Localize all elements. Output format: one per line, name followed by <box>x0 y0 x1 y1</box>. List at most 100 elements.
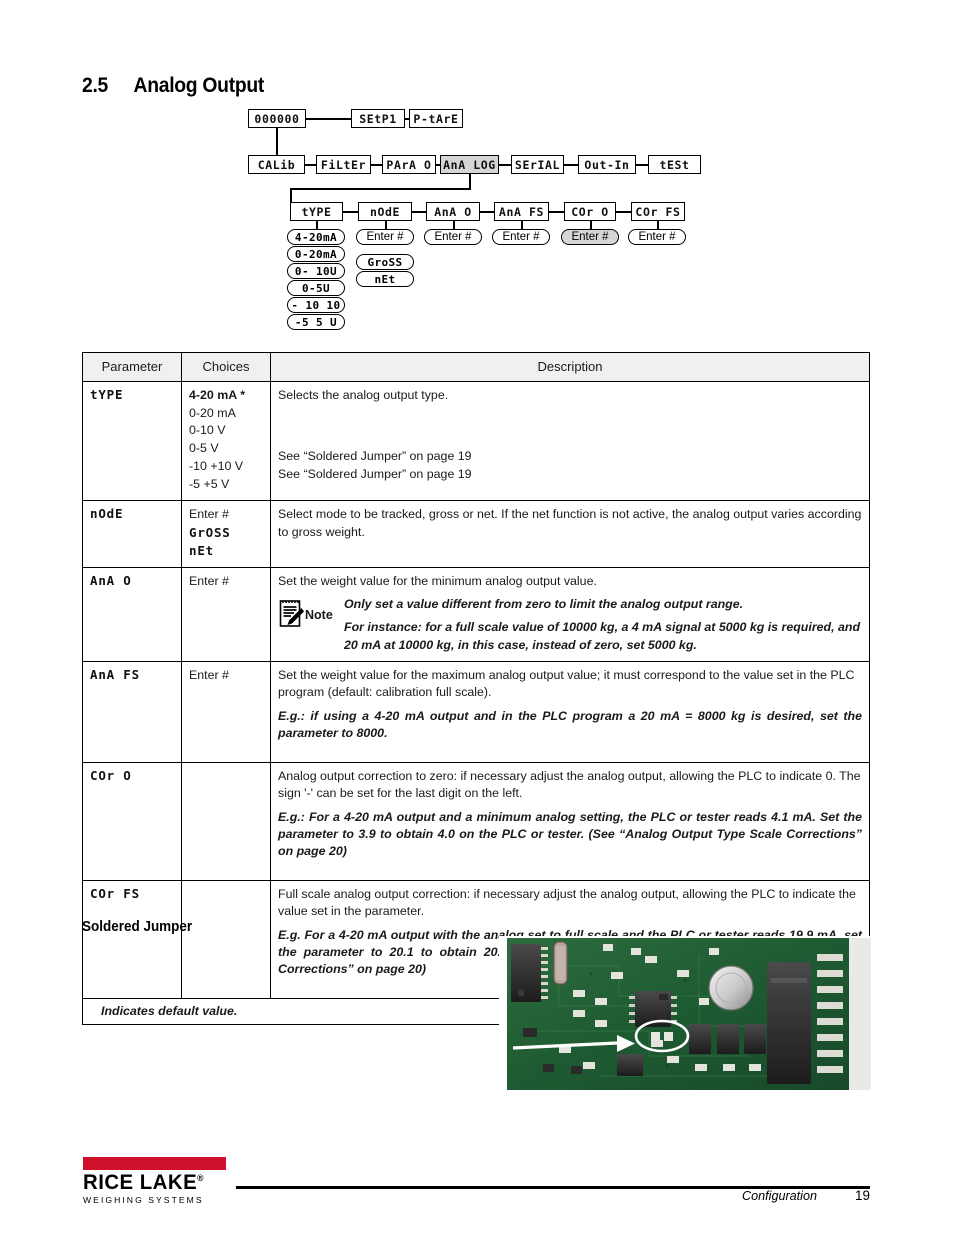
flow-pill-enter-cor-fs[interactable]: Enter # <box>628 229 686 245</box>
connector <box>305 164 316 166</box>
parameter-code: AnA O <box>90 572 132 588</box>
connector <box>636 164 648 166</box>
flow-pill-type-option-2[interactable]: 0- 10U <box>287 263 345 279</box>
parameter-code: AnA FS <box>90 667 140 683</box>
cross-reference: See “Soldered Jumper” on page 19 <box>278 449 472 464</box>
table-row: AnA O Enter # Set the weight value for t… <box>82 566 870 663</box>
choice-item: Enter # <box>189 573 229 588</box>
logo-brand-text: RICE LAKE <box>83 1171 198 1194</box>
flow-box-calib[interactable]: CALib <box>248 155 305 174</box>
connector <box>316 221 318 229</box>
flow-box-setp1[interactable]: SEtP1 <box>351 109 405 128</box>
cell-choices <box>181 879 271 999</box>
choice-item: 4-20 mA * <box>189 388 246 402</box>
brand-logo: RICE LAKE® WEIGHING SYSTEMS <box>83 1157 226 1205</box>
cell-parameter: tYPE <box>82 380 182 502</box>
flow-box-out-in[interactable]: Out-In <box>578 155 636 174</box>
footer-section-name: Configuration <box>742 1189 817 1203</box>
flow-pill-enter-mode[interactable]: Enter # <box>356 229 414 245</box>
flow-pill-mode-option-net[interactable]: nEt <box>356 271 414 287</box>
connector <box>657 221 659 229</box>
table-header-row: Parameter Choices Description <box>82 352 870 382</box>
connector <box>499 164 511 166</box>
flow-box-filter[interactable]: FiLtEr <box>316 155 371 174</box>
example-text: E.g.: For a 4-20 mA output and a minimum… <box>278 810 862 859</box>
cell-description: Selects the analog output type. See “Sol… <box>270 380 870 502</box>
flow-pill-enter-ana-fs[interactable]: Enter # <box>492 229 550 245</box>
connector <box>385 221 387 229</box>
cell-description: Analog output correction to zero: if nec… <box>270 761 870 881</box>
note-text: Only set a value different from zero to … <box>344 596 862 654</box>
cell-description: Select mode to be tracked, gross or net.… <box>270 500 870 568</box>
note-line-1: Only set a value different from zero to … <box>344 597 744 611</box>
connector <box>412 211 426 213</box>
cell-parameter: AnA O <box>82 566 182 663</box>
flow-box-test[interactable]: tESt <box>648 155 701 174</box>
connector <box>590 221 592 229</box>
flow-box-p-tare[interactable]: P-tArE <box>409 109 463 128</box>
cell-parameter: nOdE <box>82 500 182 568</box>
table-row: AnA FS Enter # Set the weight value for … <box>82 661 870 763</box>
cross-reference: See “Soldered Jumper” on page 19 <box>278 467 472 482</box>
cell-choices: Enter # GrOSS nEt <box>181 500 271 568</box>
note-line-2: For instance: for a full scale value of … <box>344 620 861 652</box>
choice-item: 0-20 mA <box>189 405 236 420</box>
flow-pill-type-option-1[interactable]: 0-20mA <box>287 246 345 262</box>
flow-box-000000[interactable]: 000000 <box>248 109 306 128</box>
choice-item: 0-5 V <box>189 441 219 456</box>
column-header-choices: Choices <box>181 352 271 382</box>
pcb-photo <box>499 936 871 1102</box>
flow-box-mode[interactable]: nOdE <box>358 202 412 221</box>
cell-description: Set the weight value for the minimum ana… <box>270 566 870 663</box>
flow-box-ana-fs[interactable]: AnA FS <box>494 202 549 221</box>
parameter-code: nOdE <box>90 506 124 522</box>
connector <box>453 221 455 229</box>
choice-item: -5 +5 V <box>189 476 230 491</box>
connector <box>343 211 358 213</box>
description-text: Selects the analog output type. <box>278 388 449 402</box>
flow-pill-enter-cor-o[interactable]: Enter # <box>561 229 619 245</box>
section-title: Analog Output <box>133 74 265 97</box>
description-text: Set the weight value for the maximum ana… <box>278 668 855 700</box>
flow-box-cor-o[interactable]: COr O <box>564 202 616 221</box>
flow-pill-type-option-0[interactable]: 4-20mA <box>287 229 345 245</box>
cell-parameter: AnA FS <box>82 661 182 763</box>
flow-pill-mode-option-gross[interactable]: GroSS <box>356 254 414 270</box>
cell-parameter: COr O <box>82 761 182 881</box>
cell-description: Set the weight value for the maximum ana… <box>270 661 870 763</box>
cell-choices: Enter # <box>181 661 271 763</box>
page-number: 19 <box>854 1188 870 1203</box>
connector <box>469 174 471 189</box>
flow-pill-enter-ana-o[interactable]: Enter # <box>424 229 482 245</box>
column-header-description: Description <box>270 352 870 382</box>
note-label: Note <box>305 607 333 622</box>
parameter-code: COr FS <box>90 885 140 901</box>
cell-choices <box>181 761 271 881</box>
flow-box-type[interactable]: tYPE <box>290 202 343 221</box>
flow-pill-type-option-4[interactable]: - 10 10 <box>287 297 345 313</box>
description-text: Select mode to be tracked, gross or net.… <box>278 507 862 539</box>
connector <box>616 211 631 213</box>
cell-choices: 4-20 mA * 0-20 mA 0-10 V 0-5 V -10 +10 V… <box>181 380 271 502</box>
note-badge: Note <box>278 596 344 632</box>
example-text: E.g.: if using a 4-20 mA output and in t… <box>278 709 862 741</box>
flow-pill-type-option-3[interactable]: 0-5U <box>287 280 345 296</box>
choice-item: 0-10 V <box>189 423 226 438</box>
choice-item: Enter # <box>189 507 229 522</box>
connector <box>405 118 409 120</box>
section-number: 2.5 <box>82 74 109 97</box>
cell-parameter: COr FS <box>82 879 182 999</box>
connector <box>480 211 494 213</box>
page-title: 2.5 Analog Output <box>82 74 264 98</box>
flow-box-para-o[interactable]: PArA O <box>382 155 436 174</box>
connector <box>564 164 578 166</box>
flow-box-cor-fs[interactable]: COr FS <box>631 202 685 221</box>
connector <box>276 128 278 155</box>
table-row: COr O Analog output correction to zero: … <box>82 761 870 881</box>
description-text: Analog output correction to zero: if nec… <box>278 768 861 801</box>
flow-box-serial[interactable]: SErIAL <box>511 155 564 174</box>
flow-box-analog[interactable]: AnA LOG <box>440 155 499 174</box>
flow-pill-type-option-5[interactable]: -5 5 U <box>287 314 345 330</box>
flow-box-ana-o[interactable]: AnA O <box>426 202 480 221</box>
notepad-pencil-icon <box>278 597 304 632</box>
